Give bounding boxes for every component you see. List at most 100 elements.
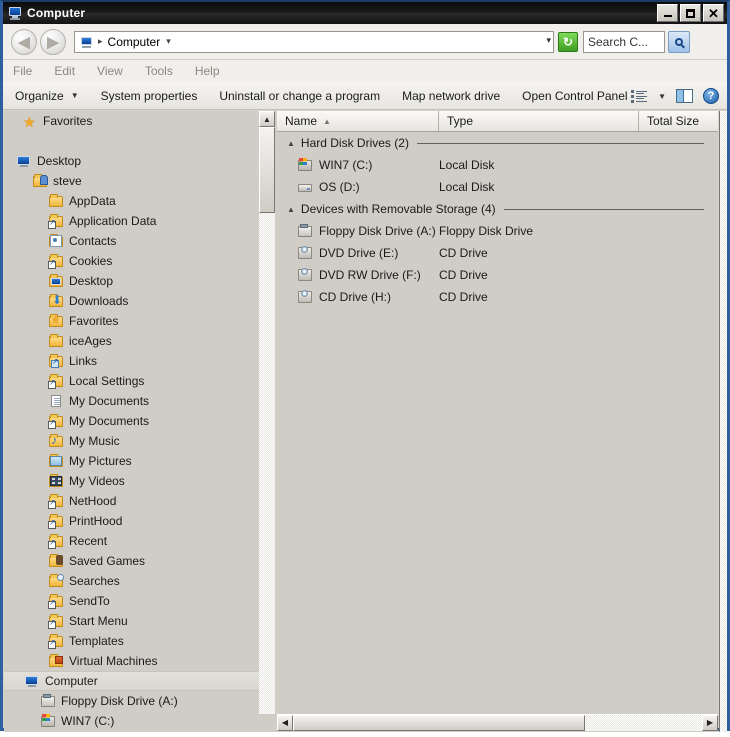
menu-view[interactable]: View (97, 64, 123, 78)
navigation-pane[interactable]: ★ Favorites Desktop steve AppData Application… (4, 111, 259, 732)
preview-pane-icon[interactable] (676, 89, 693, 103)
tree-item-contacts[interactable]: Contacts (4, 231, 259, 251)
links-folder-icon (48, 353, 64, 369)
hscroll-thumb[interactable] (293, 714, 585, 731)
tree-item-label: Application Data (69, 214, 157, 228)
file-list-body[interactable]: ▲ Hard Disk Drives (2) WIN7 (C:) Local Disk… (277, 132, 718, 715)
hscroll-track[interactable] (293, 714, 702, 731)
uninstall-or-change-program-button[interactable]: Uninstall or change a program (219, 89, 380, 103)
nav-scroll-thumb[interactable] (259, 127, 275, 213)
forward-button[interactable]: ▶ (40, 28, 66, 55)
chevron-down-icon: ▼ (70, 91, 79, 100)
maximize-button[interactable] (680, 4, 701, 22)
open-control-panel-button[interactable]: Open Control Panel (522, 89, 627, 103)
tree-item-favorites[interactable]: ★ Favorites (4, 111, 259, 131)
table-row[interactable]: CD Drive (H:) CD Drive (277, 286, 718, 308)
tree-item-desktop[interactable]: Desktop (4, 271, 259, 291)
tree-item-label: Searches (69, 574, 120, 588)
file-name-cell[interactable]: Floppy Disk Drive (A:) (277, 223, 439, 239)
tree-item-my-documents[interactable]: My Documents (4, 391, 259, 411)
file-name-cell[interactable]: CD Drive (H:) (277, 289, 439, 305)
nav-scroll-up-button[interactable]: ▲ (259, 111, 275, 127)
menu-file[interactable]: File (13, 64, 32, 78)
menu-edit[interactable]: Edit (54, 64, 75, 78)
file-name-cell[interactable]: WIN7 (C:) (277, 157, 439, 173)
file-name-cell[interactable]: DVD RW Drive (F:) (277, 267, 439, 283)
tree-item-saved-games[interactable]: Saved Games (4, 551, 259, 571)
navigation-pane-scrollbar[interactable]: ▲ ▼ (259, 111, 275, 732)
back-button[interactable]: ◀ (11, 28, 37, 55)
cd-drive-icon (297, 267, 313, 283)
tree-item-my-videos[interactable]: My Videos (4, 471, 259, 491)
column-header-total-size[interactable]: Total Size (639, 111, 718, 131)
search-button[interactable] (668, 30, 690, 53)
tree-item-appdata[interactable]: AppData (4, 191, 259, 211)
address-dropdown-icon[interactable]: ▾ (546, 35, 551, 46)
file-list-vertical-scrollbar[interactable] (719, 111, 727, 732)
search-input[interactable]: Search C... (583, 30, 665, 53)
tree-item-desktop[interactable]: Desktop (4, 151, 259, 171)
tree-item-local-settings[interactable]: Local Settings (4, 371, 259, 391)
tree-item-my-documents[interactable]: My Documents (4, 411, 259, 431)
map-network-drive-button[interactable]: Map network drive (402, 89, 500, 103)
breadcrumb-computer[interactable]: Computer (108, 35, 161, 49)
column-header-type[interactable]: Type (439, 111, 639, 131)
hscroll-right-button[interactable]: ▶ (702, 714, 718, 731)
view-list-icon[interactable] (631, 89, 648, 103)
virtual-machines-folder-icon (48, 653, 64, 669)
tree-item-nethood[interactable]: NetHood (4, 491, 259, 511)
tree-item-virtual-machines[interactable]: Virtual Machines (4, 651, 259, 671)
tree-item-win7-c[interactable]: WIN7 (C:) (4, 711, 259, 731)
tree-item-computer[interactable]: Computer (4, 671, 259, 691)
hscroll-left-button[interactable]: ◀ (277, 714, 293, 731)
table-row[interactable]: Floppy Disk Drive (A:) Floppy Disk Drive (277, 220, 718, 242)
close-button[interactable]: ✕ (703, 4, 724, 22)
tree-item-favorites[interactable]: ★ Favorites (4, 311, 259, 331)
tree-item-steve[interactable]: steve (4, 171, 259, 191)
table-row[interactable]: DVD RW Drive (F:) CD Drive (277, 264, 718, 286)
tree-item-label: My Documents (69, 414, 150, 428)
tree-item-my-pictures[interactable]: My Pictures (4, 451, 259, 471)
tree-item-cookies[interactable]: Cookies (4, 251, 259, 271)
tree-item-label: PrintHood (69, 514, 123, 528)
group-header[interactable]: ▲ Devices with Removable Storage (4) (277, 198, 718, 220)
organize-button[interactable]: Organize ▼ (15, 89, 79, 103)
file-name-cell[interactable]: OS (D:) (277, 179, 439, 195)
table-row[interactable]: OS (D:) Local Disk (277, 176, 718, 198)
tree-item-recent[interactable]: Recent (4, 531, 259, 551)
minimize-button[interactable] (657, 4, 678, 22)
tree-item-iceages[interactable]: iceAges (4, 331, 259, 351)
nav-scroll-track[interactable] (259, 127, 275, 716)
tree-item-my-music[interactable]: ♪ My Music (4, 431, 259, 451)
tree-item-downloads[interactable]: ⬇ Downloads (4, 291, 259, 311)
triangle-left-icon: ◀ (281, 718, 289, 727)
triangle-up-icon[interactable]: ▲ (287, 139, 295, 148)
table-row[interactable]: DVD Drive (E:) CD Drive (277, 242, 718, 264)
help-circle-icon[interactable]: ? (703, 88, 719, 104)
tree-item-printhood[interactable]: PrintHood (4, 511, 259, 531)
breadcrumb-chevron-down-icon[interactable]: ▾ (166, 36, 171, 47)
tree-item-floppy-disk-drive-a[interactable]: Floppy Disk Drive (A:) (4, 691, 259, 711)
tree-item-os-d[interactable]: OS (D:) (4, 731, 259, 732)
table-row[interactable]: WIN7 (C:) Local Disk (277, 154, 718, 176)
group-header[interactable]: ▲ Hard Disk Drives (2) (277, 132, 718, 154)
column-header-name[interactable]: Name ▲ (277, 111, 439, 131)
file-list-pane[interactable]: Name ▲ Type Total Size ▲ Hard Disk Drives… (277, 111, 718, 732)
tree-item-searches[interactable]: Searches (4, 571, 259, 591)
tree-item-start-menu[interactable]: Start Menu (4, 611, 259, 631)
system-properties-button[interactable]: System properties (101, 89, 198, 103)
tree-item-label: Local Settings (69, 374, 145, 388)
view-chevron-down-icon[interactable]: ▼ (658, 92, 666, 101)
title-bar[interactable]: Computer ✕ (3, 2, 727, 24)
file-name-cell[interactable]: DVD Drive (E:) (277, 245, 439, 261)
menu-help[interactable]: Help (195, 64, 220, 78)
triangle-up-icon[interactable]: ▲ (287, 205, 295, 214)
menu-tools[interactable]: Tools (145, 64, 173, 78)
refresh-button[interactable]: ↻ (558, 31, 578, 52)
tree-item-application-data[interactable]: Application Data (4, 211, 259, 231)
tree-item-templates[interactable]: Templates (4, 631, 259, 651)
tree-item-links[interactable]: Links (4, 351, 259, 371)
file-list-horizontal-scrollbar[interactable]: ◀ ▶ (277, 714, 718, 731)
address-bar[interactable]: ▸ Computer ▾ ▾ (74, 30, 554, 53)
tree-item-sendto[interactable]: SendTo (4, 591, 259, 611)
